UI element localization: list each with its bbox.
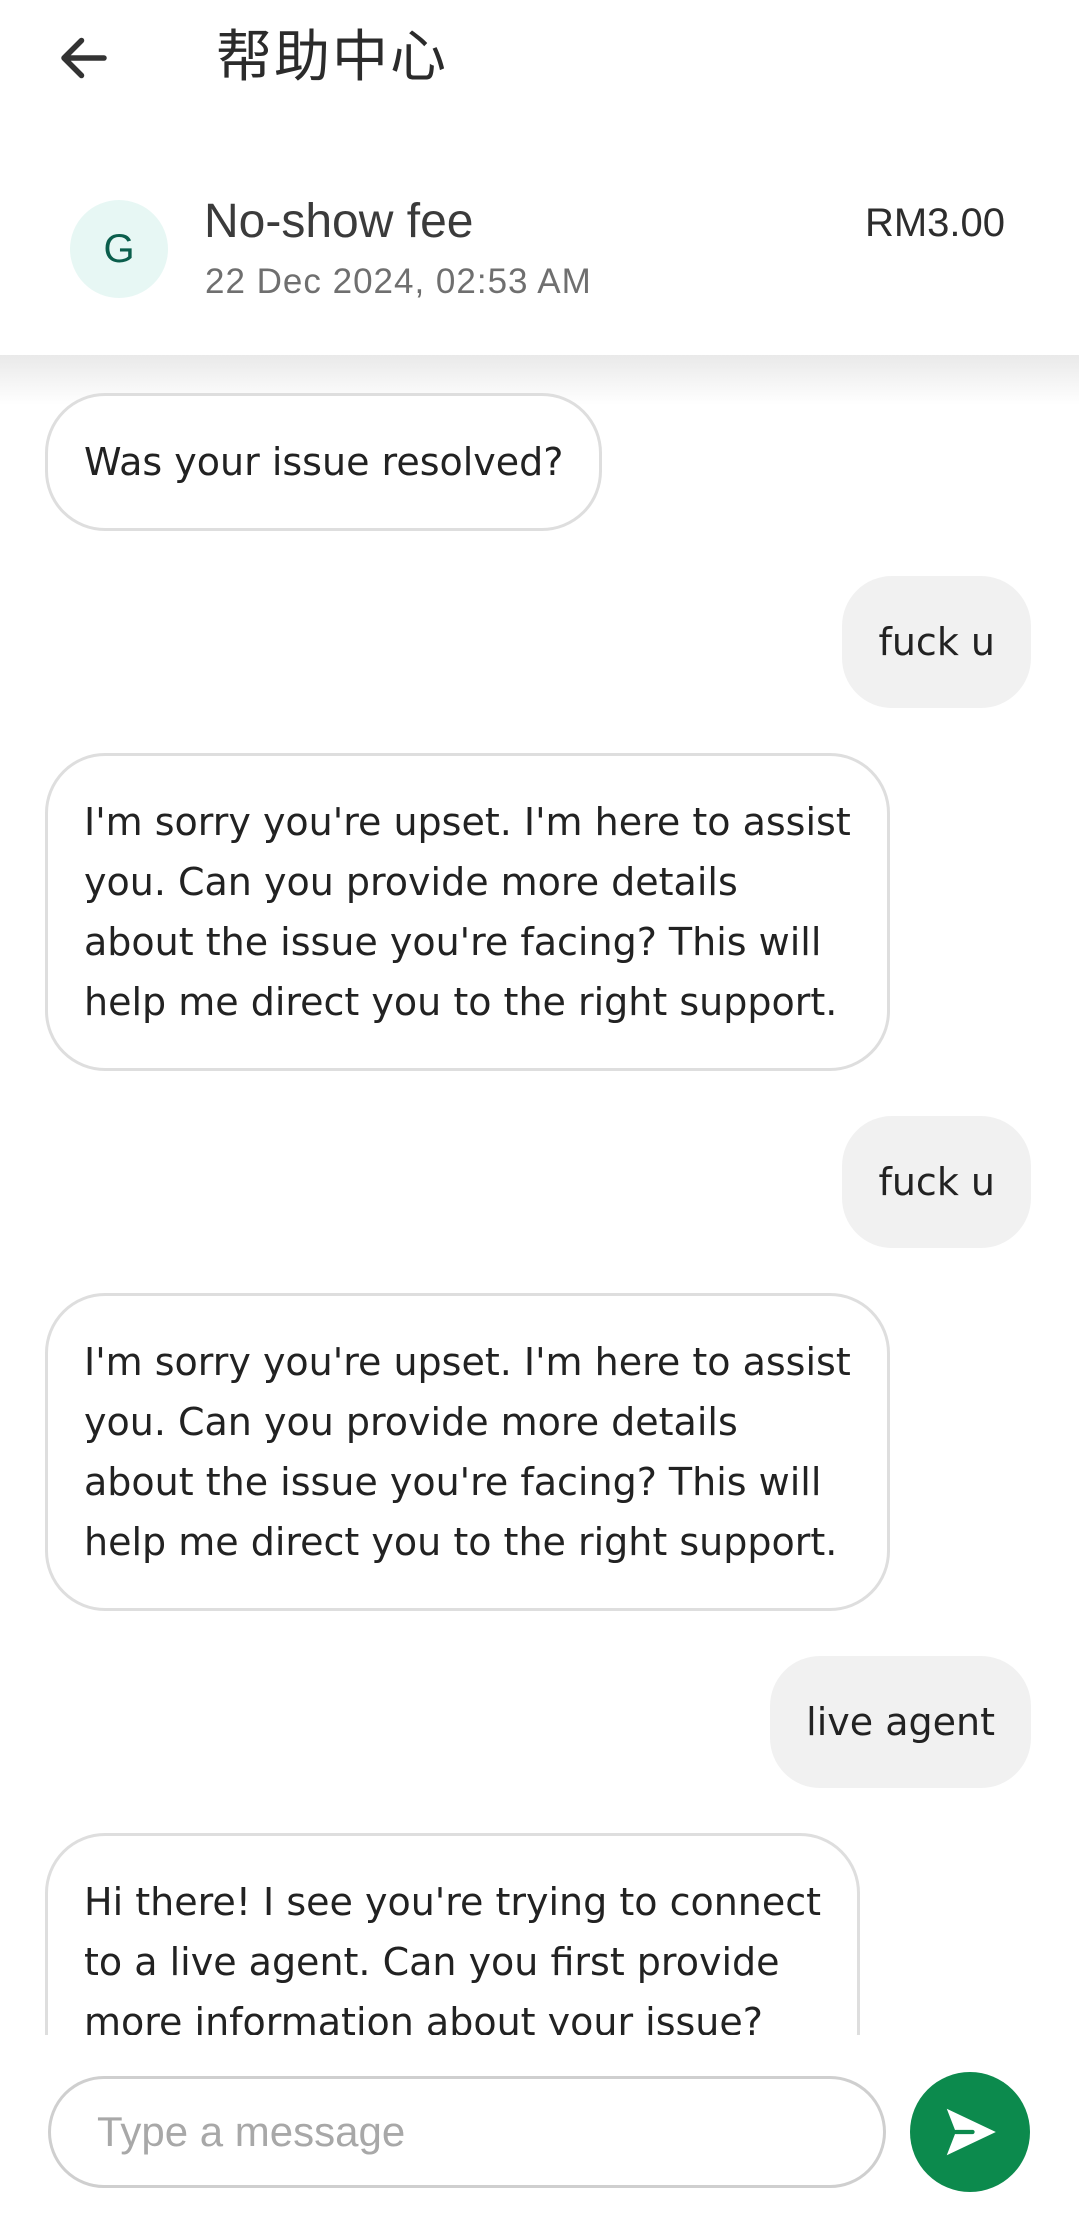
message-text: fuck u	[878, 620, 995, 664]
message-input[interactable]	[48, 2076, 886, 2188]
user-message: fuck u	[842, 1116, 1031, 1248]
transaction-card: G No-show fee 22 Dec 2024, 02:53 AM RM3.…	[0, 160, 1079, 355]
user-message: fuck u	[842, 576, 1031, 708]
message-text: fuck u	[878, 1160, 995, 1204]
transaction-amount: RM3.00	[864, 201, 1005, 245]
help-center-chat-screen: 帮助中心 G No-show fee 22 Dec 2024, 02:53 AM…	[0, 0, 1079, 2227]
user-message: live agent	[770, 1656, 1031, 1788]
message-composer	[0, 2035, 1079, 2227]
page-title: 帮助中心	[216, 25, 448, 90]
back-button[interactable]	[46, 20, 122, 96]
transaction-title: No-show fee	[204, 195, 474, 248]
bot-message: Was your issue resolved?	[45, 393, 603, 531]
transaction-date: 22 Dec 2024, 02:53 AM	[205, 262, 592, 301]
message-text: live agent	[806, 1700, 995, 1744]
chat-messages[interactable]: Was your issue resolved? fuck u I'm sorr…	[0, 393, 1079, 2035]
send-icon	[946, 2108, 996, 2156]
message-text: Was your issue resolved?	[84, 440, 564, 484]
merchant-avatar: G	[70, 200, 168, 298]
avatar-letter: G	[103, 226, 135, 271]
message-text: I'm sorry you're upset. I'm here to assi…	[84, 800, 851, 1024]
message-text: Hi there! I see you're trying to connect…	[84, 1880, 822, 2035]
arrow-left-icon	[61, 37, 107, 79]
bot-message: I'm sorry you're upset. I'm here to assi…	[45, 753, 890, 1071]
message-text: I'm sorry you're upset. I'm here to assi…	[84, 1340, 851, 1564]
bot-message: Hi there! I see you're trying to connect…	[45, 1833, 861, 2035]
app-header: 帮助中心	[0, 0, 1079, 120]
bot-message: I'm sorry you're upset. I'm here to assi…	[45, 1293, 890, 1611]
send-button[interactable]	[910, 2072, 1030, 2192]
